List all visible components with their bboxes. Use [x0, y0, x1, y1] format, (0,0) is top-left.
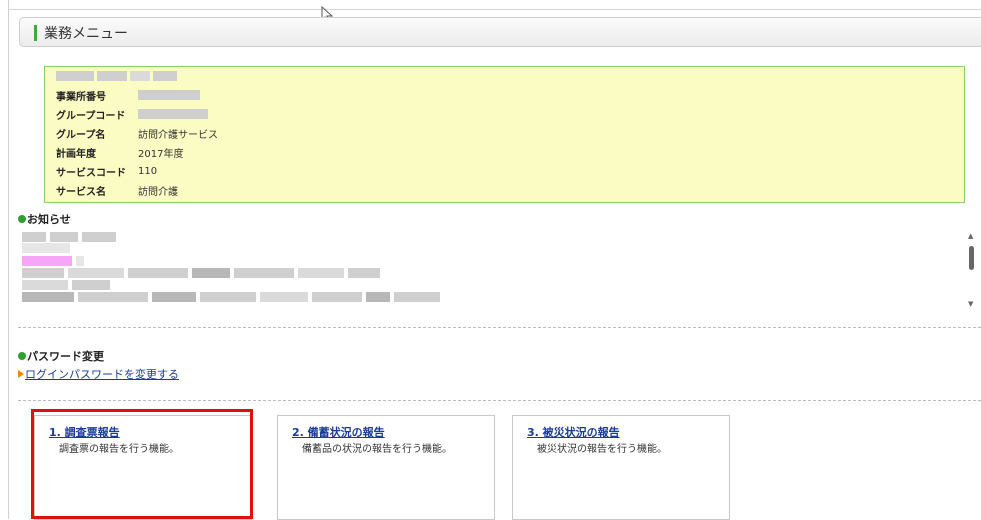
menu-header: 業務メニュー: [19, 17, 981, 47]
redacted-text: [56, 71, 94, 81]
info-label: サービスコード: [56, 167, 126, 179]
card-damage-report[interactable]: 3. 被災状況の報告 被災状況の報告を行う機能。: [512, 415, 730, 520]
arrow-right-icon: [18, 370, 24, 378]
password-link-row: ログインパスワードを変更する: [18, 366, 179, 382]
notice-scrollbar[interactable]: ▲ ▼: [967, 232, 977, 312]
notice-title-text: お知らせ: [27, 213, 71, 226]
info-row-group-code: グループコード: [56, 105, 208, 123]
redacted-notice-line: [22, 268, 380, 278]
section-divider: [18, 400, 981, 401]
card-stockpile-report[interactable]: 2. 備蓄状況の報告 備蓄品の状況の報告を行う機能。: [277, 415, 495, 520]
office-info-panel: 事業所番号 グループコード グループ名 訪問介護サービス 計画年度 2017年度…: [44, 66, 965, 203]
info-value: 110: [138, 165, 158, 177]
redacted-notice-line: [22, 232, 116, 242]
redacted-text: [97, 71, 127, 81]
card-description: 調査票の報告を行う機能。: [59, 444, 179, 455]
info-label: グループ名: [56, 129, 106, 141]
redacted-value: [138, 90, 200, 100]
frame-border: [8, 0, 9, 519]
scroll-thumb[interactable]: [969, 246, 974, 270]
info-row-service-code: サービスコード 110: [56, 162, 157, 180]
card-title-link[interactable]: 2. 備蓄状況の報告: [292, 424, 385, 440]
change-password-link[interactable]: ログインパスワードを変更する: [25, 366, 179, 382]
info-label: サービス名: [56, 186, 106, 198]
notice-section-title: お知らせ: [18, 211, 71, 227]
card-title-link[interactable]: 3. 被災状況の報告: [527, 424, 620, 440]
card-survey-report[interactable]: 1. 調査票報告 調査票の報告を行う機能。: [34, 415, 252, 520]
info-value: 訪問介護: [138, 186, 178, 198]
info-row-office-number: 事業所番号: [56, 86, 200, 104]
info-label: 計画年度: [56, 148, 96, 160]
highlighted-notice-line: [22, 256, 84, 266]
redacted-notice-line: [22, 280, 110, 290]
card-description: 備蓄品の状況の報告を行う機能。: [302, 444, 452, 455]
redacted-text: [153, 71, 177, 81]
scroll-up-icon[interactable]: ▲: [968, 232, 973, 240]
green-dot-icon: [18, 352, 26, 360]
redacted-notice-line: [22, 292, 440, 302]
page-title: 業務メニュー: [44, 26, 128, 42]
info-label: グループコード: [56, 110, 126, 122]
scroll-down-icon[interactable]: ▼: [968, 300, 973, 308]
green-dot-icon: [18, 215, 26, 223]
header-accent-bar: [34, 25, 37, 41]
info-value: 訪問介護サービス: [138, 129, 218, 141]
notice-content: [22, 230, 972, 314]
password-title-text: パスワード変更: [27, 350, 104, 363]
password-section-title: パスワード変更: [18, 348, 104, 364]
top-divider: [8, 9, 981, 10]
redacted-text: [130, 71, 150, 81]
office-name-redacted: [56, 71, 177, 81]
card-description: 被災状況の報告を行う機能。: [537, 444, 667, 455]
section-divider: [18, 327, 981, 328]
redacted-notice-line: [22, 243, 70, 253]
card-title-link[interactable]: 1. 調査票報告: [49, 424, 120, 440]
info-row-group-name: グループ名 訪問介護サービス: [56, 124, 218, 142]
info-value: 2017年度: [138, 148, 184, 160]
info-row-service-name: サービス名 訪問介護: [56, 181, 178, 199]
info-label: 事業所番号: [56, 91, 106, 103]
info-row-plan-year: 計画年度 2017年度: [56, 143, 183, 161]
redacted-value: [138, 109, 208, 119]
